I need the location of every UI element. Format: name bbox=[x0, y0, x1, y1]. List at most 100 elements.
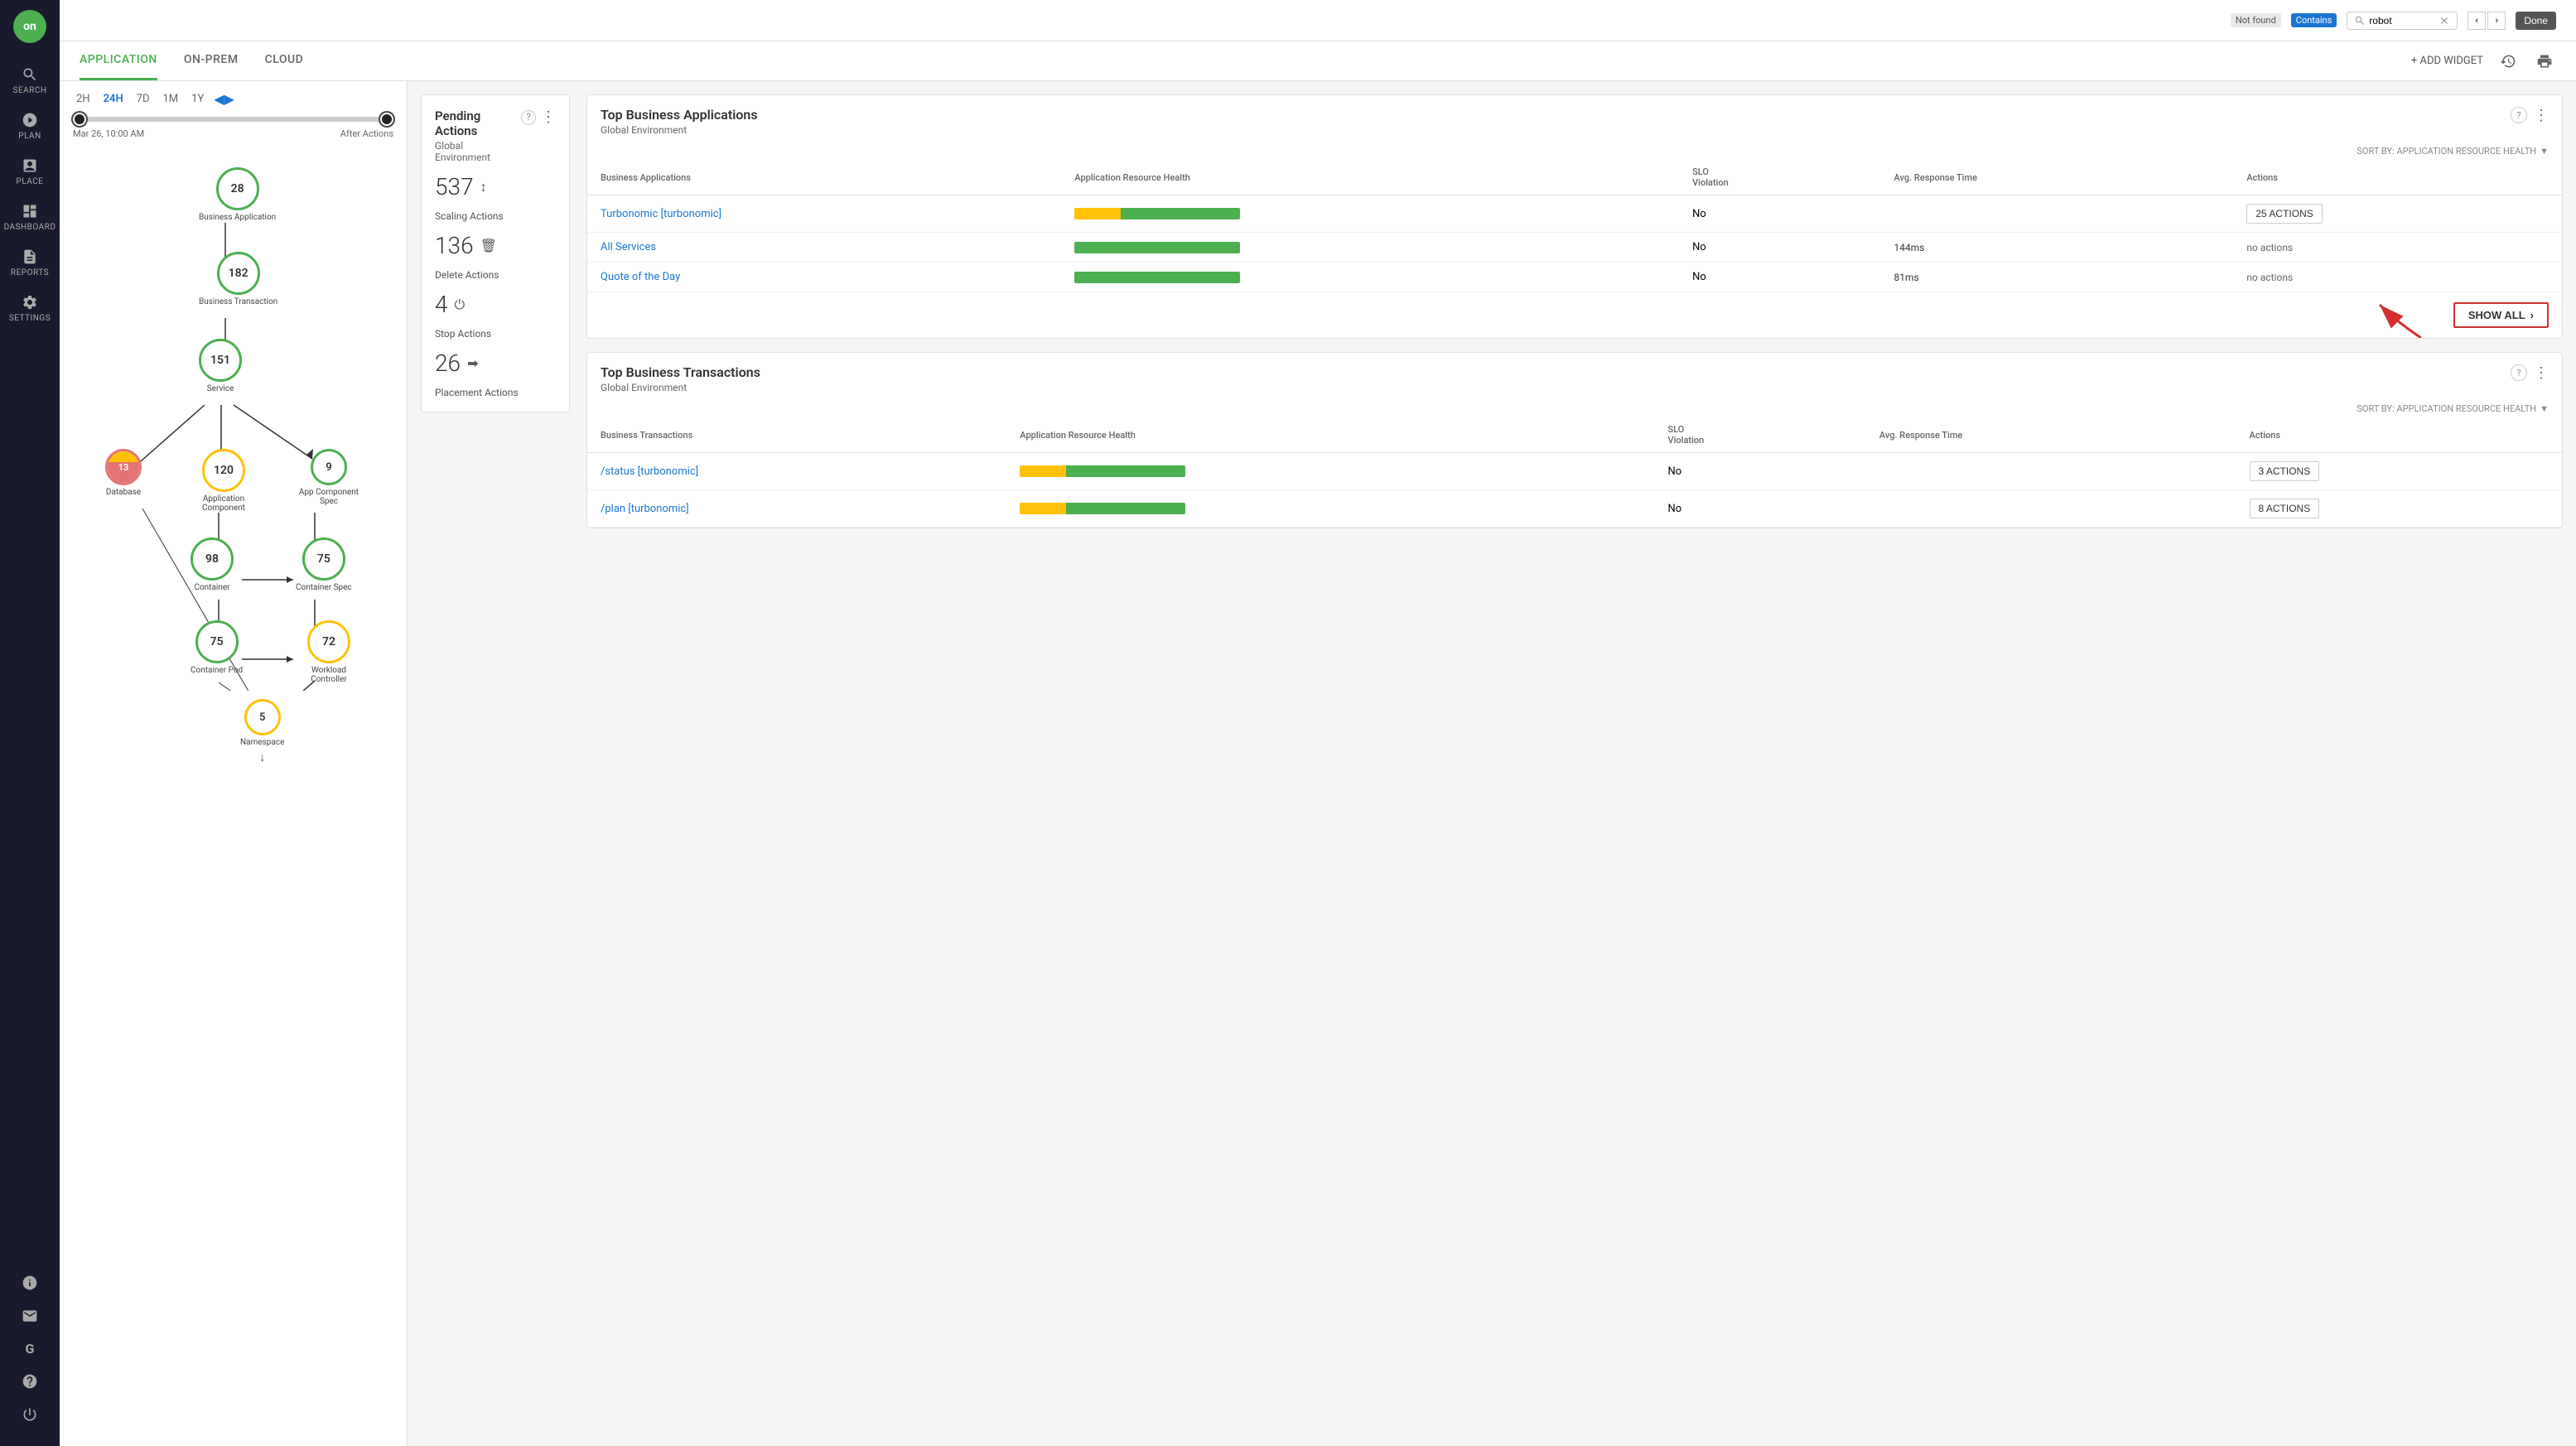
search-input-wrap[interactable] bbox=[2347, 12, 2458, 30]
topo-node-app-component[interactable]: 120 Application Component bbox=[191, 449, 257, 513]
apps-more-icon[interactable]: ⋮ bbox=[2534, 107, 2549, 124]
topo-node-database[interactable]: 13 Database bbox=[105, 449, 142, 497]
apps-table-container: Business Applications Application Resour… bbox=[587, 160, 2562, 292]
pending-actions-card: Pending Actions Global Environment ? ⋮ 5… bbox=[421, 94, 570, 412]
sort-chevron-icon[interactable]: ▼ bbox=[2540, 146, 2549, 157]
topo-node-workload-controller[interactable]: 72 Workload Controller bbox=[296, 620, 362, 684]
pending-more-icon[interactable]: ⋮ bbox=[541, 108, 556, 126]
sidebar-item-reports[interactable]: REPORTS bbox=[0, 242, 60, 284]
action-btn-turbonomic[interactable]: 25 ACTIONS bbox=[2246, 204, 2322, 224]
app-link-all-services[interactable]: All Services bbox=[601, 241, 656, 253]
done-button[interactable]: Done bbox=[2516, 12, 2556, 30]
search-small-icon bbox=[2354, 15, 2366, 27]
time-btn-2h[interactable]: 2H bbox=[73, 91, 94, 107]
placement-action-row: 26 ➡ bbox=[435, 349, 556, 377]
app-link-quote[interactable]: Quote of the Day bbox=[601, 271, 680, 283]
sidebar-item-help[interactable] bbox=[22, 1366, 38, 1396]
prev-arrow[interactable]: ‹ bbox=[2467, 12, 2486, 30]
slider-thumb-right[interactable] bbox=[380, 113, 393, 126]
action-btn-status[interactable]: 3 ACTIONS bbox=[2250, 461, 2320, 481]
table-row: All Services No 144ms no actions bbox=[587, 233, 2562, 263]
topo-node-container-spec[interactable]: 75 Container Spec bbox=[296, 537, 352, 592]
print-button[interactable] bbox=[2533, 50, 2556, 73]
action-btn-plan[interactable]: 8 ACTIONS bbox=[2250, 499, 2320, 518]
logo[interactable]: on bbox=[13, 10, 46, 43]
widget-subtitle-trans: Global Environment bbox=[601, 382, 760, 393]
trans-sort-chevron-icon[interactable]: ▼ bbox=[2540, 403, 2549, 414]
right-charts-section: Top Business Applications Global Environ… bbox=[573, 81, 2576, 1446]
topo-node-container-pod[interactable]: 75 Container Pod bbox=[191, 620, 243, 675]
response-status bbox=[1866, 453, 2236, 490]
print-icon bbox=[2536, 53, 2553, 70]
apps-sort-bar: SORT BY: APPLICATION RESOURCE HEALTH ▼ bbox=[587, 142, 2562, 160]
slider-left-label: Mar 26, 10:00 AM bbox=[73, 128, 144, 139]
table-row: /plan [turbonomic] No 8 ACTIONS bbox=[587, 490, 2562, 528]
timeline-slider[interactable]: Mar 26, 10:00 AM After Actions bbox=[73, 117, 393, 139]
next-arrow[interactable]: › bbox=[2487, 12, 2506, 30]
place-icon bbox=[22, 157, 38, 174]
col-health: Application Resource Health bbox=[1061, 160, 1679, 195]
history-button[interactable] bbox=[2496, 50, 2520, 73]
sidebar-item-dashboard[interactable]: DASHBOARD bbox=[0, 196, 60, 239]
slo-all-services: No bbox=[1679, 233, 1880, 263]
sidebar-item-place[interactable]: PLACE bbox=[0, 151, 60, 193]
time-btn-1y[interactable]: 1Y bbox=[188, 91, 207, 107]
response-plan bbox=[1866, 490, 2236, 528]
tab-cloud[interactable]: CLOUD bbox=[265, 41, 304, 80]
trans-link-status[interactable]: /status [turbonomic] bbox=[601, 465, 698, 478]
col-business-apps: Business Applications bbox=[587, 160, 1061, 195]
topo-node-namespace[interactable]: 5 Namespace ↓ bbox=[240, 699, 284, 764]
delete-icon: 🗑 bbox=[480, 238, 497, 253]
app-link-turbonomic[interactable]: Turbonomic [turbonomic] bbox=[601, 208, 721, 220]
time-btn-1m[interactable]: 1M bbox=[160, 91, 182, 107]
slider-right-label: After Actions bbox=[340, 128, 393, 139]
timeline-section: 2H 24H 7D 1M 1Y ◀▶ Mar 26, 10:00 AM Afte… bbox=[60, 81, 407, 139]
apps-help-icon[interactable]: ? bbox=[2511, 107, 2527, 123]
plan-icon bbox=[22, 112, 38, 128]
top-business-applications-widget: Top Business Applications Global Environ… bbox=[586, 94, 2563, 339]
chevron-nav-icon[interactable]: ◀▶ bbox=[214, 91, 234, 107]
nav-arrows: ‹ › bbox=[2467, 12, 2506, 30]
search-input[interactable] bbox=[2369, 15, 2435, 27]
sidebar-item-search[interactable]: SEARCH bbox=[0, 60, 60, 102]
trans-link-plan[interactable]: /plan [turbonomic] bbox=[601, 503, 689, 515]
table-row: Quote of the Day No 81ms no actions bbox=[587, 263, 2562, 292]
sidebar-item-info[interactable] bbox=[22, 1268, 38, 1298]
settings-icon bbox=[22, 294, 38, 311]
trans-help-icon[interactable]: ? bbox=[2511, 364, 2527, 381]
show-all-button-apps[interactable]: SHOW ALL › bbox=[2453, 302, 2549, 328]
tab-on-prem[interactable]: ON-PREM bbox=[184, 41, 239, 80]
sidebar-item-power[interactable] bbox=[22, 1400, 38, 1429]
top-business-transactions-widget: Top Business Transactions Global Environ… bbox=[586, 352, 2563, 528]
slider-thumb-left[interactable] bbox=[73, 113, 86, 126]
response-all-services: 144ms bbox=[1880, 233, 2233, 263]
pending-help-icon[interactable]: ? bbox=[521, 110, 536, 125]
pending-actions-section: Pending Actions Global Environment ? ⋮ 5… bbox=[408, 81, 573, 1446]
sidebar-item-mail[interactable] bbox=[22, 1301, 38, 1331]
sidebar-item-plan[interactable]: PLAN bbox=[0, 105, 60, 147]
sidebar-item-google[interactable]: G bbox=[22, 1334, 38, 1363]
time-btn-24h[interactable]: 24H bbox=[100, 91, 127, 107]
widget-header-apps: Top Business Applications Global Environ… bbox=[587, 95, 2562, 142]
response-turbonomic bbox=[1880, 195, 2233, 233]
topo-node-container[interactable]: 98 Container bbox=[191, 537, 234, 592]
table-row: /status [turbonomic] No 3 ACTIONS bbox=[587, 453, 2562, 490]
topo-node-business-trans[interactable]: 182 Business Transaction bbox=[199, 252, 277, 306]
topo-node-app-component-spec[interactable]: 9 App Component Spec bbox=[296, 449, 362, 506]
tab-application[interactable]: APPLICATION bbox=[80, 41, 157, 80]
col-business-trans: Business Transactions bbox=[587, 417, 1006, 453]
sidebar-item-settings[interactable]: SETTINGS bbox=[0, 287, 60, 330]
topo-node-service[interactable]: 151 Service bbox=[199, 339, 242, 393]
widget-subtitle-apps: Global Environment bbox=[601, 124, 758, 136]
clear-search-icon[interactable] bbox=[2439, 15, 2450, 27]
trans-more-icon[interactable]: ⋮ bbox=[2534, 364, 2549, 382]
topo-node-business-app[interactable]: 28 Business Application bbox=[199, 167, 276, 222]
col-trans-slo: SLOViolation bbox=[1655, 417, 1866, 453]
table-row: Turbonomic [turbonomic] No 25 ACTIONS bbox=[587, 195, 2562, 233]
show-all-wrapper-apps: SHOW ALL › bbox=[587, 292, 2562, 338]
slo-status: No bbox=[1655, 453, 1866, 490]
time-btn-7d[interactable]: 7D bbox=[133, 91, 153, 107]
stop-label: Stop Actions bbox=[435, 328, 556, 340]
add-widget-button[interactable]: + ADD WIDGET bbox=[2411, 55, 2483, 67]
google-icon: G bbox=[26, 1341, 35, 1357]
